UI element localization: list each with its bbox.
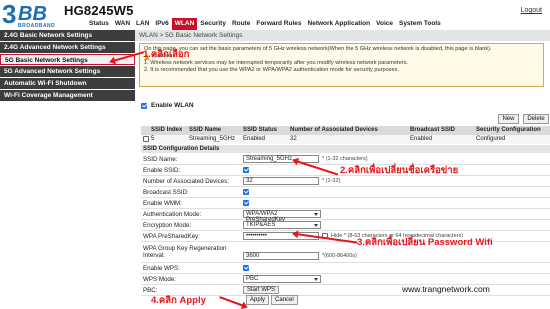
- table-cell: Enabled: [410, 136, 433, 142]
- section-title: SSID Configuration Details: [141, 145, 550, 153]
- tab-security[interactable]: Security: [197, 18, 229, 30]
- 3bb-logo: 3 BB BROADBAND: [2, 0, 62, 31]
- broadcast-ssid-checkbox[interactable]: [243, 189, 249, 195]
- sidebar-item-5g-advanced[interactable]: 5G Advanced Network Settings: [0, 66, 135, 77]
- start-wps-button[interactable]: Start WPS: [243, 286, 280, 294]
- wps-mode-select[interactable]: PBC: [243, 275, 321, 283]
- row-select-checkbox[interactable]: [141, 135, 149, 144]
- wmm-checkbox[interactable]: [243, 200, 249, 206]
- enable-wlan-row: Enable WLAN: [141, 102, 194, 109]
- tab-route[interactable]: Route: [229, 18, 253, 30]
- assoc-devices-hint: * (1-32): [322, 178, 341, 184]
- caution-line-2: 2. It is recommended that you use the WP…: [144, 67, 399, 73]
- wmm-label: Enable WMM:: [143, 199, 182, 207]
- enable-ssid-checkbox[interactable]: [243, 167, 249, 173]
- tab-ipv6[interactable]: IPv6: [152, 18, 171, 30]
- annotation-step-2: 2.คลิกเพื่อเปลี่ยนชื่อเครือข่าย: [340, 165, 459, 176]
- logo-tagline: BROADBAND: [18, 23, 56, 29]
- annotation-step-4: 4.คลิก Apply: [151, 295, 206, 306]
- sidebar-item-24g-basic[interactable]: 2.4G Basic Network Settings: [0, 30, 135, 41]
- tab-system-tools[interactable]: System Tools: [396, 18, 444, 30]
- wps-mode-label: WPS Mode:: [143, 275, 177, 283]
- column-header: SSID Name: [189, 127, 222, 133]
- assoc-devices-input[interactable]: 32: [243, 177, 319, 185]
- apply-button[interactable]: Apply: [246, 295, 270, 305]
- cancel-button[interactable]: Cancel: [271, 295, 298, 305]
- form-row-broadcast: Broadcast SSID:: [141, 187, 550, 198]
- top-navigation: Status WAN LAN IPv6 WLAN Security Route …: [86, 18, 444, 30]
- info-description: On this page, you can set the basic para…: [144, 46, 492, 52]
- auth-mode-select[interactable]: WPA/WPA2 PreSharedKey: [243, 210, 321, 223]
- ssid-name-input[interactable]: Streaming_5GHz: [243, 155, 319, 163]
- column-header: Broadcast SSID: [410, 127, 456, 133]
- new-button[interactable]: New: [498, 114, 519, 124]
- sidebar-item-24g-advanced[interactable]: 2.4G Advanced Network Settings: [0, 42, 135, 53]
- regen-interval-input[interactable]: 3600: [243, 252, 319, 260]
- annotation-step-3: 3.คลิกเพื่อเปลี่ยน Password Wifi: [357, 237, 493, 248]
- column-header: SSID Index: [151, 127, 183, 133]
- column-header: SSID Status: [243, 127, 278, 133]
- info-box: On this page, you can set the basic para…: [139, 43, 544, 87]
- tab-forward-rules[interactable]: Forward Rules: [253, 18, 304, 30]
- psk-label: WPA PreSharedKey:: [143, 232, 200, 240]
- column-header: [141, 126, 149, 135]
- enable-wlan-label: Enable WLAN: [151, 102, 194, 109]
- form-row-auth: Authentication Mode: WPA/WPA2 PreSharedK…: [141, 209, 550, 223]
- table-cell: Streaming_5GHz: [189, 136, 236, 142]
- caution-line-1: 1. Wireless network services may be inte…: [144, 60, 408, 66]
- watermark-text: www.trangnetwork.com: [402, 284, 490, 294]
- form-row-wmm: Enable WMM:: [141, 198, 550, 209]
- tab-lan[interactable]: LAN: [133, 18, 152, 30]
- regen-interval-hint: *(600-86400s): [322, 253, 357, 259]
- sidebar-item-wifi-coverage[interactable]: Wi-Fi Coverage Management: [0, 90, 135, 101]
- table-cell: 5: [151, 136, 155, 142]
- annotation-step-1: 1.คลิกเลือก: [143, 49, 190, 60]
- encryption-mode-label: Encryption Mode:: [143, 221, 192, 229]
- sidebar-item-wifi-shutdown[interactable]: Automatic Wi-Fi Shutdown: [0, 78, 135, 89]
- form-row-encryption: Encryption Mode: TKIP&AES: [141, 220, 550, 231]
- table-cell: 32: [290, 136, 297, 142]
- header: 3 BB BROADBAND HG8245W5 Logout Status WA…: [0, 0, 550, 30]
- auth-mode-label: Authentication Mode:: [143, 210, 202, 218]
- delete-button[interactable]: Delete: [523, 114, 549, 124]
- sidebar: 2.4G Basic Network Settings 2.4G Advance…: [0, 30, 135, 309]
- enable-ssid-label: Enable SSID:: [143, 166, 181, 174]
- logo-number: 3: [2, 0, 17, 29]
- column-header: Security Configuration: [476, 127, 541, 133]
- tab-voice[interactable]: Voice: [373, 18, 396, 30]
- enable-wps-checkbox[interactable]: [243, 265, 249, 271]
- assoc-devices-label: Number of Associated Devices:: [143, 177, 229, 185]
- regen-interval-label: WPA Group Key Regeneration Interval:: [143, 245, 227, 259]
- table-cell: Enabled: [243, 136, 266, 142]
- tab-status[interactable]: Status: [86, 18, 112, 30]
- ssid-name-hint: * (1-32 characters): [322, 156, 368, 162]
- device-model: HG8245W5: [64, 3, 134, 18]
- encryption-mode-select[interactable]: TKIP&AES: [243, 221, 321, 229]
- logout-link[interactable]: Logout: [521, 7, 542, 14]
- table-row[interactable]: 5 Streaming_5GHz Enabled 32 Enabled Conf…: [141, 135, 550, 144]
- table-cell: Configured: [476, 136, 506, 142]
- ssid-table: SSID Index SSID Name SSID Status Number …: [141, 126, 550, 144]
- caution-row: Caution:: [144, 53, 539, 60]
- enable-wlan-checkbox[interactable]: [141, 102, 147, 109]
- tab-wan[interactable]: WAN: [112, 18, 133, 30]
- table-header: SSID Index SSID Name SSID Status Number …: [141, 126, 550, 135]
- tab-wlan[interactable]: WLAN: [171, 18, 198, 30]
- tab-network-application[interactable]: Network Application: [305, 18, 374, 30]
- enable-wps-label: Enable WPS:: [143, 264, 180, 272]
- broadcast-ssid-label: Broadcast SSID:: [143, 188, 189, 196]
- form-row-wps: Enable WPS:: [141, 263, 550, 274]
- form-actions: Apply Cancel: [246, 295, 300, 305]
- ssid-name-label: SSID Name:: [143, 155, 178, 163]
- breadcrumb: WLAN > 5G Basic Network Settings: [135, 30, 550, 41]
- column-header: Number of Associated Devices: [290, 127, 378, 133]
